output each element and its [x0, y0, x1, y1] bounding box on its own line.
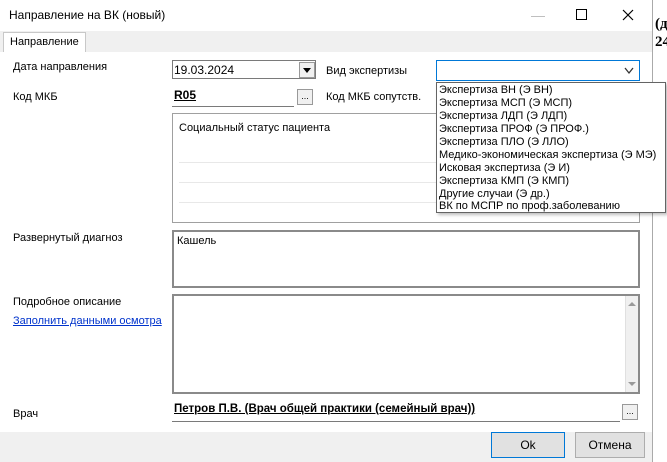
- dropdown-option[interactable]: Экспертиза ЛДП (Э ЛДП): [439, 110, 567, 123]
- expertise-select[interactable]: [436, 60, 640, 81]
- diagnosis-value: Кашель: [177, 235, 217, 247]
- background-text-2: 24: [655, 34, 667, 50]
- dropdown-option[interactable]: Медико-экономическая экспертиза (Э МЭ): [439, 149, 656, 162]
- close-button[interactable]: [618, 6, 638, 24]
- referral-dialog: Направление на ВК (новый) — Направление …: [0, 0, 653, 462]
- minimize-button[interactable]: —: [528, 6, 548, 24]
- description-label: Подробное описание: [13, 296, 122, 308]
- mkb-field[interactable]: R05 ...: [172, 87, 316, 107]
- mkb-value: R05: [174, 88, 197, 102]
- button-bar: Ok Отмена: [0, 432, 652, 462]
- date-field[interactable]: 19.03.2024: [172, 60, 316, 79]
- dropdown-option[interactable]: Экспертиза ВН (Э ВН): [439, 84, 553, 97]
- doctor-underline: [172, 421, 620, 422]
- maximize-icon: [576, 9, 587, 20]
- social-status-header: Социальный статус пациента: [179, 122, 331, 134]
- mkb-underline: [172, 106, 294, 107]
- doctor-select-button[interactable]: ...: [622, 404, 638, 420]
- scroll-up-icon[interactable]: [628, 302, 636, 306]
- dropdown-option[interactable]: Экспертиза ПЛО (Э ЛЛО): [439, 136, 569, 149]
- close-icon: [622, 9, 634, 21]
- scroll-down-icon[interactable]: [628, 382, 636, 386]
- tab-direction[interactable]: Направление: [3, 32, 86, 52]
- diagnosis-label: Развернутый диагноз: [13, 232, 123, 244]
- expertise-label: Вид экспертизы: [326, 65, 408, 77]
- diagnosis-input[interactable]: Кашель: [172, 230, 640, 288]
- mkb-select-button[interactable]: ...: [297, 89, 313, 105]
- doctor-label: Врач: [13, 408, 39, 420]
- doctor-field[interactable]: Петров П.В. (Врач общей практики (семейн…: [172, 402, 640, 422]
- dropdown-option[interactable]: Исковая экспертиза (Э И): [439, 162, 570, 175]
- fill-from-exam-link[interactable]: Заполнить данными осмотра: [13, 315, 162, 327]
- dropdown-option[interactable]: Экспертиза ПРОФ (Э ПРОФ.): [439, 123, 589, 136]
- description-input[interactable]: [172, 294, 640, 394]
- date-dropdown-button[interactable]: [299, 62, 315, 78]
- mkb-label: Код МКБ: [13, 91, 58, 103]
- maximize-button[interactable]: [572, 6, 592, 24]
- description-scrollbar[interactable]: [625, 296, 638, 392]
- date-value: 19.03.2024: [174, 63, 235, 77]
- ok-button[interactable]: Ok: [491, 432, 565, 458]
- cancel-button[interactable]: Отмена: [575, 432, 645, 458]
- chevron-down-icon: [624, 67, 634, 75]
- date-label: Дата направления: [13, 61, 108, 73]
- dropdown-option[interactable]: Экспертиза МСП (Э МСП): [439, 97, 572, 110]
- dialog-title: Направление на ВК (новый): [9, 8, 166, 22]
- background-text-1: (д: [655, 16, 667, 32]
- title-bar: Направление на ВК (новый) —: [0, 0, 652, 31]
- mkb-related-label: Код МКБ сопутств.: [326, 91, 422, 103]
- dropdown-option[interactable]: Экспертиза КМП (Э КМП): [439, 175, 569, 188]
- expertise-dropdown-list: Экспертиза ВН (Э ВН) Экспертиза МСП (Э М…: [436, 82, 666, 213]
- tab-strip: Направление: [0, 31, 652, 53]
- doctor-value: Петров П.В. (Врач общей практики (семейн…: [174, 403, 476, 415]
- dropdown-option[interactable]: ВК по МСПР по проф.заболеванию: [439, 200, 620, 213]
